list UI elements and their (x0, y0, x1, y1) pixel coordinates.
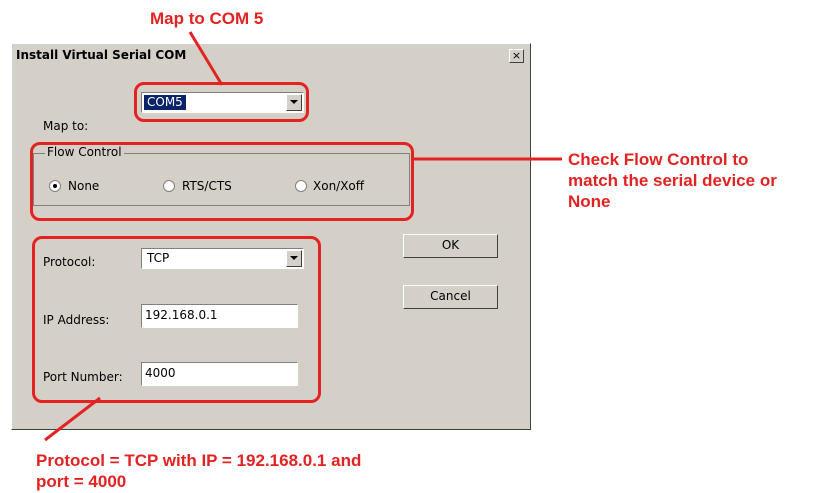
connector-bottom (44, 396, 101, 442)
connector-top (188, 31, 224, 86)
annotation-connectors (44, 31, 562, 442)
